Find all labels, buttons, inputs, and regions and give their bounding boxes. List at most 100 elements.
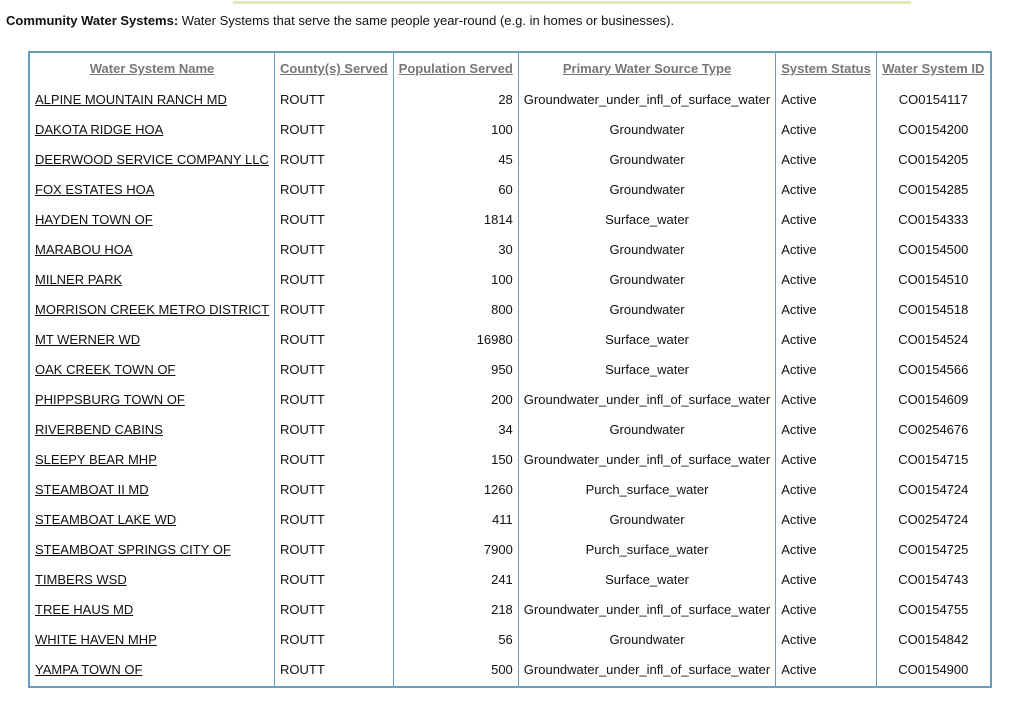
population-cell: 950 (392, 354, 519, 384)
name-cell[interactable]: MARABOU HOA (28, 234, 276, 264)
name-cell[interactable]: TREE HAUS MD (28, 594, 276, 624)
header-county-served[interactable]: County(s) Served (274, 52, 394, 84)
name-cell[interactable]: DAKOTA RIDGE HOA (28, 114, 276, 144)
name-cell[interactable]: YAMPA TOWN OF (28, 654, 276, 687)
header-system-status[interactable]: System Status (775, 52, 877, 84)
water-system-name-link[interactable]: MARABOU HOA (35, 242, 133, 257)
header-water-system-name[interactable]: Water System Name (28, 52, 276, 84)
population-cell: 28 (392, 84, 519, 114)
status-cell: Active (775, 474, 877, 504)
water-system-name-link[interactable]: HAYDEN TOWN OF (35, 212, 153, 227)
table-row: SLEEPY BEAR MHP ROUTT 150 Groundwater_under… (28, 444, 992, 474)
water-system-name-link[interactable]: ALPINE MOUNTAIN RANCH MD (35, 92, 227, 107)
name-cell[interactable]: OAK CREEK TOWN OF (28, 354, 276, 384)
name-cell[interactable]: DEERWOOD SERVICE COMPANY LLC (28, 144, 276, 174)
water-system-name-link[interactable]: OAK CREEK TOWN OF (35, 362, 175, 377)
sort-link-population[interactable]: Population Served (399, 61, 513, 76)
table-header-row: Water System Name County(s) Served Popul… (28, 52, 992, 84)
population-cell: 218 (392, 594, 519, 624)
county-cell: ROUTT (274, 204, 394, 234)
water-system-name-link[interactable]: DAKOTA RIDGE HOA (35, 122, 163, 137)
population-cell: 56 (392, 624, 519, 654)
population-cell: 200 (392, 384, 519, 414)
header-population-served[interactable]: Population Served (392, 52, 519, 84)
population-cell: 45 (392, 144, 519, 174)
sort-link-county[interactable]: County(s) Served (280, 61, 388, 76)
water-system-id-cell: CO0154609 (875, 384, 992, 414)
population-cell: 1814 (392, 204, 519, 234)
name-cell[interactable]: STEAMBOAT II MD (28, 474, 276, 504)
water-system-id-cell: CO0254724 (875, 504, 992, 534)
population-cell: 16980 (392, 324, 519, 354)
header-primary-source[interactable]: Primary Water Source Type (517, 52, 777, 84)
water-system-id-cell: CO0154715 (875, 444, 992, 474)
water-system-name-link[interactable]: STEAMBOAT SPRINGS CITY OF (35, 542, 231, 557)
sort-link-name[interactable]: Water System Name (90, 61, 215, 76)
name-cell[interactable]: TIMBERS WSD (28, 564, 276, 594)
county-cell: ROUTT (274, 144, 394, 174)
intro-text: Community Water Systems: Water Systems t… (6, 13, 674, 28)
name-cell[interactable]: ALPINE MOUNTAIN RANCH MD (28, 84, 276, 114)
header-water-system-id[interactable]: Water System ID (875, 52, 992, 84)
water-system-name-link[interactable]: TIMBERS WSD (35, 572, 127, 587)
population-cell: 800 (392, 294, 519, 324)
water-system-name-link[interactable]: MT WERNER WD (35, 332, 140, 347)
source-type-cell: Surface_water (517, 564, 777, 594)
table-row: STEAMBOAT II MD ROUTT 1260 Purch_surface_wa… (28, 474, 992, 504)
source-type-cell: Groundwater_under_infl_of_surface_water (517, 84, 777, 114)
name-cell[interactable]: FOX ESTATES HOA (28, 174, 276, 204)
population-cell: 1260 (392, 474, 519, 504)
table-row: MT WERNER WD ROUTT 16980 Surface_water Activ… (28, 324, 992, 354)
table-row: TIMBERS WSD ROUTT 241 Surface_water Active CO… (28, 564, 992, 594)
name-cell[interactable]: PHIPPSBURG TOWN OF (28, 384, 276, 414)
name-cell[interactable]: SLEEPY BEAR MHP (28, 444, 276, 474)
name-cell[interactable]: MILNER PARK (28, 264, 276, 294)
sort-link-id[interactable]: Water System ID (882, 61, 984, 76)
table-row: DEERWOOD SERVICE COMPANY LLC ROUTT 45 Groun… (28, 144, 992, 174)
county-cell: ROUTT (274, 504, 394, 534)
table-row: PHIPPSBURG TOWN OF ROUTT 200 Groundwater_un… (28, 384, 992, 414)
water-system-name-link[interactable]: MILNER PARK (35, 272, 122, 287)
water-system-name-link[interactable]: PHIPPSBURG TOWN OF (35, 392, 185, 407)
sort-link-status[interactable]: System Status (781, 61, 871, 76)
population-cell: 100 (392, 114, 519, 144)
water-system-name-link[interactable]: STEAMBOAT II MD (35, 482, 149, 497)
water-system-name-link[interactable]: STEAMBOAT LAKE WD (35, 512, 176, 527)
county-cell: ROUTT (274, 234, 394, 264)
water-system-id-cell: CO0154755 (875, 594, 992, 624)
water-system-name-link[interactable]: RIVERBEND CABINS (35, 422, 163, 437)
county-cell: ROUTT (274, 564, 394, 594)
water-system-name-link[interactable]: TREE HAUS MD (35, 602, 133, 617)
name-cell[interactable]: RIVERBEND CABINS (28, 414, 276, 444)
name-cell[interactable]: HAYDEN TOWN OF (28, 204, 276, 234)
population-cell: 7900 (392, 534, 519, 564)
population-cell: 411 (392, 504, 519, 534)
water-system-name-link[interactable]: FOX ESTATES HOA (35, 182, 154, 197)
water-system-name-link[interactable]: YAMPA TOWN OF (35, 662, 142, 677)
name-cell[interactable]: MORRISON CREEK METRO DISTRICT (28, 294, 276, 324)
water-system-name-link[interactable]: SLEEPY BEAR MHP (35, 452, 157, 467)
status-cell: Active (775, 114, 877, 144)
table-row: YAMPA TOWN OF ROUTT 500 Groundwater_under_i… (28, 654, 992, 687)
population-cell: 60 (392, 174, 519, 204)
name-cell[interactable]: STEAMBOAT SPRINGS CITY OF (28, 534, 276, 564)
name-cell[interactable]: STEAMBOAT LAKE WD (28, 504, 276, 534)
population-cell: 100 (392, 264, 519, 294)
water-system-id-cell: CO0154510 (875, 264, 992, 294)
county-cell: ROUTT (274, 174, 394, 204)
status-cell: Active (775, 264, 877, 294)
status-cell: Active (775, 204, 877, 234)
county-cell: ROUTT (274, 354, 394, 384)
sort-link-source[interactable]: Primary Water Source Type (563, 61, 731, 76)
water-system-id-cell: CO0154842 (875, 624, 992, 654)
table-row: STEAMBOAT LAKE WD ROUTT 411 Groundwater Acti… (28, 504, 992, 534)
source-type-cell: Groundwater (517, 174, 777, 204)
water-system-name-link[interactable]: MORRISON CREEK METRO DISTRICT (35, 302, 269, 317)
water-system-name-link[interactable]: DEERWOOD SERVICE COMPANY LLC (35, 152, 269, 167)
name-cell[interactable]: MT WERNER WD (28, 324, 276, 354)
table-row: HAYDEN TOWN OF ROUTT 1814 Surface_water Acti… (28, 204, 992, 234)
county-cell: ROUTT (274, 624, 394, 654)
water-system-name-link[interactable]: WHITE HAVEN MHP (35, 632, 157, 647)
status-cell: Active (775, 234, 877, 264)
name-cell[interactable]: WHITE HAVEN MHP (28, 624, 276, 654)
